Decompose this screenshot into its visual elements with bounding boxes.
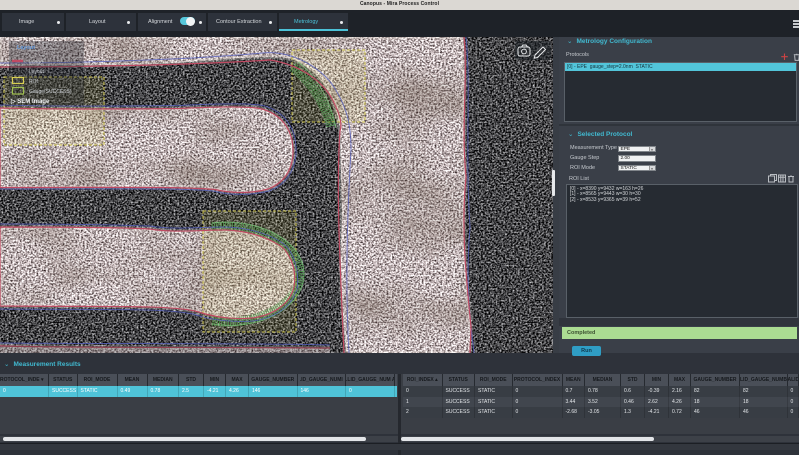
- svg-text:Layout: Layout: [17, 45, 35, 51]
- svg-text:▷ SEM Image: ▷ SEM Image: [10, 98, 50, 105]
- svg-text:Gauge(SUCCESS): Gauge(SUCCESS): [29, 89, 72, 95]
- svg-text:ROI: ROI: [29, 79, 38, 85]
- svg-text:Layout: Layout: [29, 69, 45, 75]
- svg-text:Image: Image: [29, 60, 43, 66]
